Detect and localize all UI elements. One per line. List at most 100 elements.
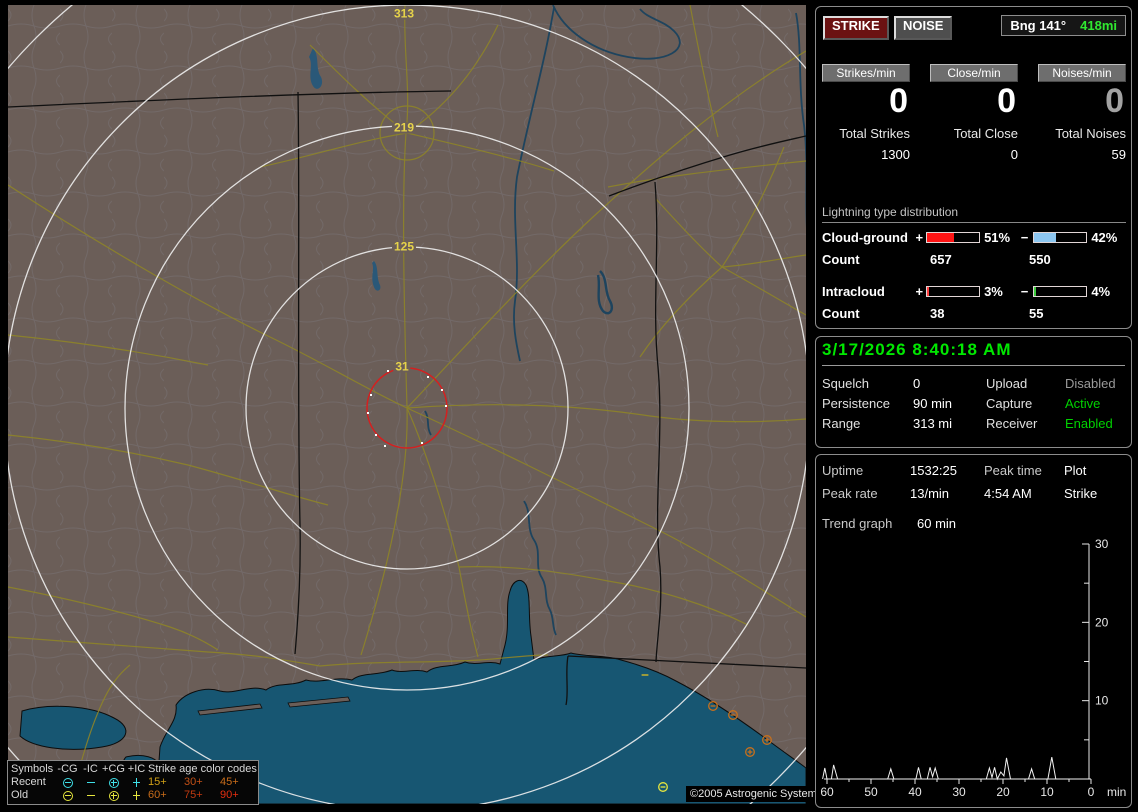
uptime-row: Uptime 1532:25 Peak time Plot [822, 459, 1127, 482]
legend-col-pcg: +CG [102, 763, 125, 775]
total-noises-value: 59 [1111, 147, 1126, 162]
intracloud-label: Intracloud [822, 283, 885, 299]
ic-negative-bar [1033, 285, 1088, 297]
uptime-rows: Uptime 1532:25 Peak time Plot Peak rate … [822, 459, 1127, 535]
age-45: 45+ [220, 776, 239, 788]
intracloud-count-row: Count 38 55 [822, 306, 1126, 321]
peak-rate-label: Peak rate [822, 486, 878, 501]
squelch-value: 0 [913, 375, 921, 391]
total-strikes-label: Total Strikes [839, 126, 910, 141]
range-ring-label: 125 [391, 239, 417, 254]
peak-rate-value: 13/min [910, 486, 950, 501]
peak-rate-row: Peak rate 13/min 4:54 AM Strike [822, 482, 1127, 505]
minus-cg-recent-icon [62, 777, 73, 788]
strikes-per-min-value: 0 [889, 82, 908, 120]
plus-sign: + [915, 229, 924, 245]
cloud-ground-label: Cloud-ground [822, 229, 908, 245]
status-rows: Squelch 0 Upload Disabled Persistence 90… [822, 373, 1127, 433]
capture-status: Active [1065, 395, 1101, 411]
svg-text:40: 40 [908, 785, 922, 799]
map-legend: Symbols -CG -IC +CG +IC Strike age color… [7, 760, 259, 805]
lightning-map[interactable]: 313 219 125 31 [8, 5, 806, 804]
cg-negative-bar [1033, 231, 1088, 243]
strikes-column: Strikes/min 0 Total Strikes 1300 [822, 64, 910, 162]
plus-ic-old-icon [132, 791, 141, 800]
trend-series-line [822, 757, 1091, 781]
svg-text:0: 0 [1088, 785, 1095, 799]
persistence-row: Persistence 90 min Capture Active [822, 393, 1127, 413]
strike-stats-panel: STRIKE NOISE Bng 141° 418mi Strikes/min … [815, 6, 1132, 329]
cg-positive-count: 657 [930, 252, 952, 267]
persistence-label: Persistence [822, 395, 890, 411]
minus-sign: − [1020, 283, 1029, 299]
svg-text:30: 30 [1095, 537, 1109, 551]
age-75: 75+ [184, 789, 203, 801]
plot-mode-value: Plot [1064, 463, 1087, 478]
legend-old-row: Old 60+ 75+ 90+ [11, 789, 255, 802]
range-ring-label: 31 [393, 359, 411, 374]
svg-text:10: 10 [1095, 694, 1109, 708]
cg-positive-pct: 51% [984, 229, 1011, 245]
age-15: 15+ [148, 776, 167, 788]
bearing-distance: 418mi [1080, 18, 1117, 33]
noises-per-min-button[interactable]: Noises/min [1038, 64, 1126, 82]
strikes-per-min-button[interactable]: Strikes/min [822, 64, 910, 82]
trend-graph-window: 60 min [917, 516, 957, 531]
uptime-label: Uptime [822, 463, 864, 478]
squelch-row: Squelch 0 Upload Disabled [822, 373, 1127, 393]
plus-ic-recent-icon [132, 778, 141, 787]
legend-col-pic: +IC [127, 763, 146, 775]
svg-text:50: 50 [864, 785, 878, 799]
lightning-distribution: Lightning type distribution Cloud-ground… [822, 205, 1126, 321]
total-strikes-value: 1300 [881, 147, 910, 162]
range-ring-label: 219 [391, 120, 417, 135]
plus-sign: + [915, 283, 924, 299]
legend-age-header: Strike age color codes [148, 763, 257, 775]
uptime-value: 1532:25 [910, 463, 957, 478]
rate-columns: Strikes/min 0 Total Strikes 1300 Close/m… [822, 64, 1126, 162]
peak-time-value: 4:54 AM [984, 486, 1032, 501]
minus-cg-old-icon [62, 790, 73, 801]
peak-time-label: Peak time [984, 463, 1042, 478]
svg-text:30: 30 [952, 785, 966, 799]
age-60: 60+ [148, 789, 167, 801]
distribution-title: Lightning type distribution [822, 205, 1126, 223]
plot-type-value: Strike [1064, 486, 1098, 501]
count-label: Count [822, 306, 860, 321]
divider [822, 365, 1125, 366]
legend-col-nic: -IC [83, 763, 98, 775]
cg-positive-bar [926, 231, 981, 243]
trend-graph-row: Trend graph 60 min [822, 512, 1127, 535]
noise-mode-button[interactable]: NOISE [894, 16, 953, 40]
strike-mode-button[interactable]: STRIKE [823, 16, 889, 40]
cloud-ground-row: Cloud-ground + 51% − 42% [822, 229, 1126, 245]
legend-recent-label: Recent [11, 776, 46, 788]
ic-positive-pct: 3% [984, 283, 1003, 299]
cloud-ground-count-row: Count 657 550 [822, 252, 1126, 267]
ic-positive-count: 38 [930, 306, 945, 321]
noises-per-min-value: 0 [1105, 82, 1124, 120]
copyright-notice: ©2005 Astrogenic Systems [686, 786, 827, 802]
legend-header-row: Symbols -CG -IC +CG +IC Strike age color… [11, 763, 257, 776]
persistence-value: 90 min [913, 395, 953, 411]
ic-negative-pct: 4% [1091, 283, 1111, 299]
receiver-label: Receiver [986, 415, 1038, 431]
svg-text:10: 10 [1040, 785, 1054, 799]
upload-status: Disabled [1065, 375, 1116, 391]
close-per-min-button[interactable]: Close/min [930, 64, 1018, 82]
plus-cg-old-icon [108, 790, 119, 801]
legend-recent-row: Recent 15+ 30+ 45+ [11, 776, 255, 789]
total-noises-label: Total Noises [1055, 126, 1126, 141]
range-row: Range 313 mi Receiver Enabled [822, 413, 1127, 433]
ic-negative-count: 55 [1029, 306, 1044, 321]
ic-positive-bar [926, 285, 981, 297]
legend-symbols-header: Symbols [11, 763, 54, 775]
age-30: 30+ [184, 776, 203, 788]
cg-negative-pct: 42% [1091, 229, 1118, 245]
svg-text:60: 60 [820, 785, 834, 799]
close-column: Close/min 0 Total Close 0 [930, 64, 1018, 162]
range-value: 313 mi [913, 415, 953, 431]
trend-graph-label: Trend graph [822, 516, 893, 531]
capture-label: Capture [986, 395, 1033, 411]
age-90: 90+ [220, 789, 239, 801]
